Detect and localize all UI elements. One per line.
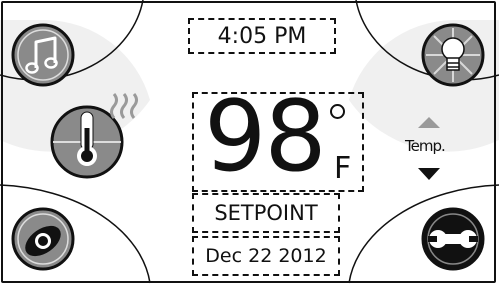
date-text: Dec 22 2012 [205,245,327,267]
temp-up-arrow-icon[interactable] [418,117,440,128]
thermometer-heat-icon [50,93,138,179]
setpoint-mode-button[interactable]: SETPOINT [192,193,340,233]
music-note-icon [11,23,75,87]
camera-button[interactable] [10,206,76,272]
temperature-value: 98 [204,80,327,194]
temp-down-arrow-icon[interactable] [418,168,440,180]
temperature-display: 98 F [192,88,364,192]
light-button[interactable] [420,22,486,88]
date-display: Dec 22 2012 [192,236,340,276]
thermostat-screen: 4:05 PM 98 F SETPOINT Dec 22 2012 Temp. [0,0,499,286]
wrench-icon [421,207,485,271]
music-button[interactable] [10,22,76,88]
heating-button[interactable] [48,88,158,182]
temperature-unit: F [334,151,352,186]
setpoint-label: SETPOINT [214,201,318,225]
time-text: 4:05 PM [217,23,307,49]
degree-symbol [330,104,345,119]
clock-display: 4:05 PM [188,18,336,54]
light-bulb-icon [421,23,485,87]
temp-label: Temp. [405,137,446,155]
eye-camera-icon [11,207,75,271]
settings-button[interactable] [420,206,486,272]
